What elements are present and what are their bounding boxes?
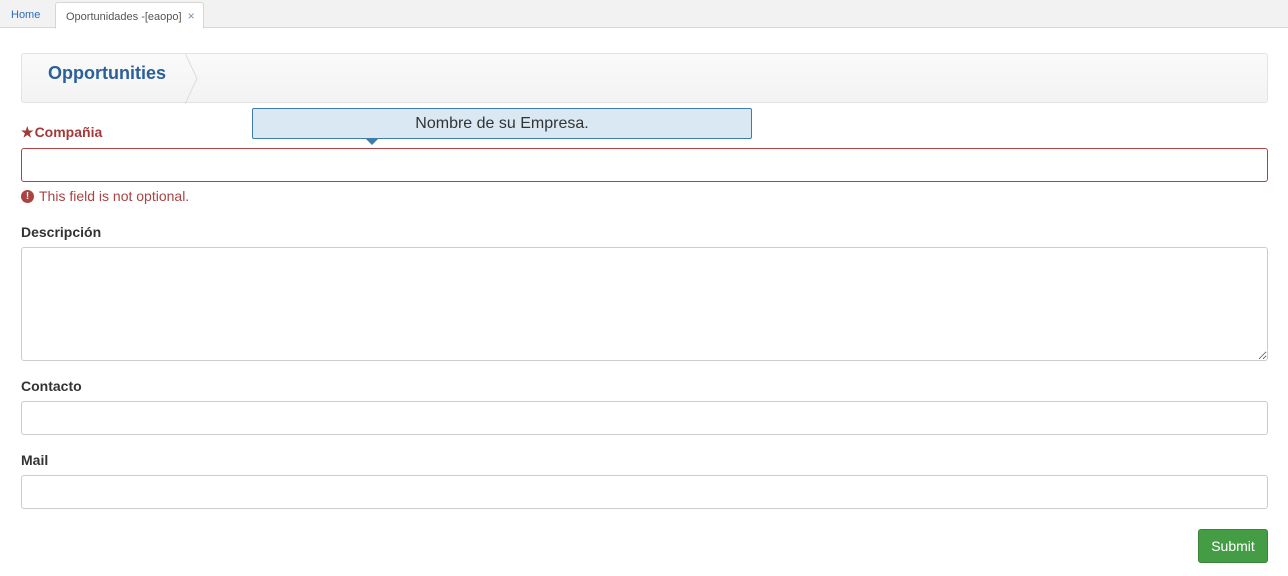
company-input[interactable] [21, 148, 1268, 182]
mail-label: Mail [21, 452, 49, 468]
description-textarea[interactable] [21, 247, 1268, 361]
mail-input[interactable] [21, 475, 1268, 509]
tab-oportunidades-label: Oportunidades -[eaopo] [66, 11, 182, 23]
breadcrumb: Opportunities [21, 53, 1268, 104]
tab-bar: Home Oportunidades -[eaopo] × [0, 0, 1288, 29]
required-star-icon: ★ [21, 124, 34, 140]
tooltip-pointer-icon [366, 139, 378, 145]
description-label: Descripción [21, 224, 102, 240]
page-title: Opportunities [48, 63, 166, 83]
contact-label: Contacto [21, 378, 82, 394]
tab-oportunidades[interactable]: Oportunidades -[eaopo] × [55, 2, 204, 29]
breadcrumb-chevron-icon [185, 53, 198, 104]
company-tooltip-text: Nombre de su Empresa. [415, 115, 589, 132]
tab-home[interactable]: Home [1, 2, 50, 28]
close-icon[interactable]: × [188, 9, 195, 23]
error-icon: ! [21, 189, 34, 203]
submit-button[interactable]: Submit [1198, 529, 1268, 563]
company-label: ★Compañia [21, 124, 102, 141]
company-label-text: Compañia [34, 124, 103, 140]
company-error-text: This field is not optional. [39, 188, 190, 204]
contact-input[interactable] [21, 401, 1268, 435]
company-error: ! This field is not optional. [21, 188, 189, 204]
company-tooltip: Nombre de su Empresa. [252, 108, 752, 145]
